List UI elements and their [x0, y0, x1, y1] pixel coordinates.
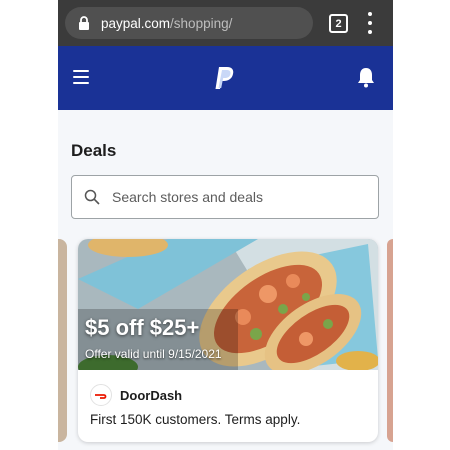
offer-validity: Offer valid until 9/15/2021: [85, 347, 222, 361]
merchant-row: DoorDash: [90, 384, 182, 406]
url-path: /shopping/: [170, 15, 233, 31]
merchant-name: DoorDash: [120, 387, 183, 403]
tab-switcher-button[interactable]: 2: [329, 14, 348, 33]
offer-headline: $5 off $25+: [85, 315, 200, 340]
url-domain: paypal.com: [101, 15, 171, 31]
deal-image: $5 off $25+ Offer valid until 9/15/2021: [78, 239, 378, 370]
hamburger-menu-icon[interactable]: [73, 70, 89, 84]
offer-terms: First 150K customers. Terms apply.: [90, 412, 301, 427]
browser-menu-icon[interactable]: [362, 12, 378, 34]
tab-count: 2: [335, 17, 342, 30]
url-text: paypal.com/shopping/: [101, 16, 232, 31]
phone-screen: paypal.com/shopping/ 2 Deals Search stor…: [58, 0, 393, 450]
bell-icon[interactable]: [356, 66, 376, 88]
search-icon: [84, 189, 100, 205]
lock-icon: [79, 16, 89, 30]
address-bar[interactable]: paypal.com/shopping/: [65, 7, 313, 39]
browser-toolbar: paypal.com/shopping/ 2: [58, 0, 393, 46]
search-field[interactable]: [71, 175, 379, 219]
doordash-logo-icon: [90, 384, 112, 406]
page-title: Deals: [71, 141, 117, 160]
previous-deal-card[interactable]: [58, 239, 67, 442]
next-deal-card[interactable]: [387, 239, 393, 442]
paypal-logo: [215, 67, 234, 89]
app-header: [58, 46, 393, 110]
search-input[interactable]: [112, 189, 352, 205]
deal-card[interactable]: $5 off $25+ Offer valid until 9/15/2021 …: [78, 239, 378, 442]
